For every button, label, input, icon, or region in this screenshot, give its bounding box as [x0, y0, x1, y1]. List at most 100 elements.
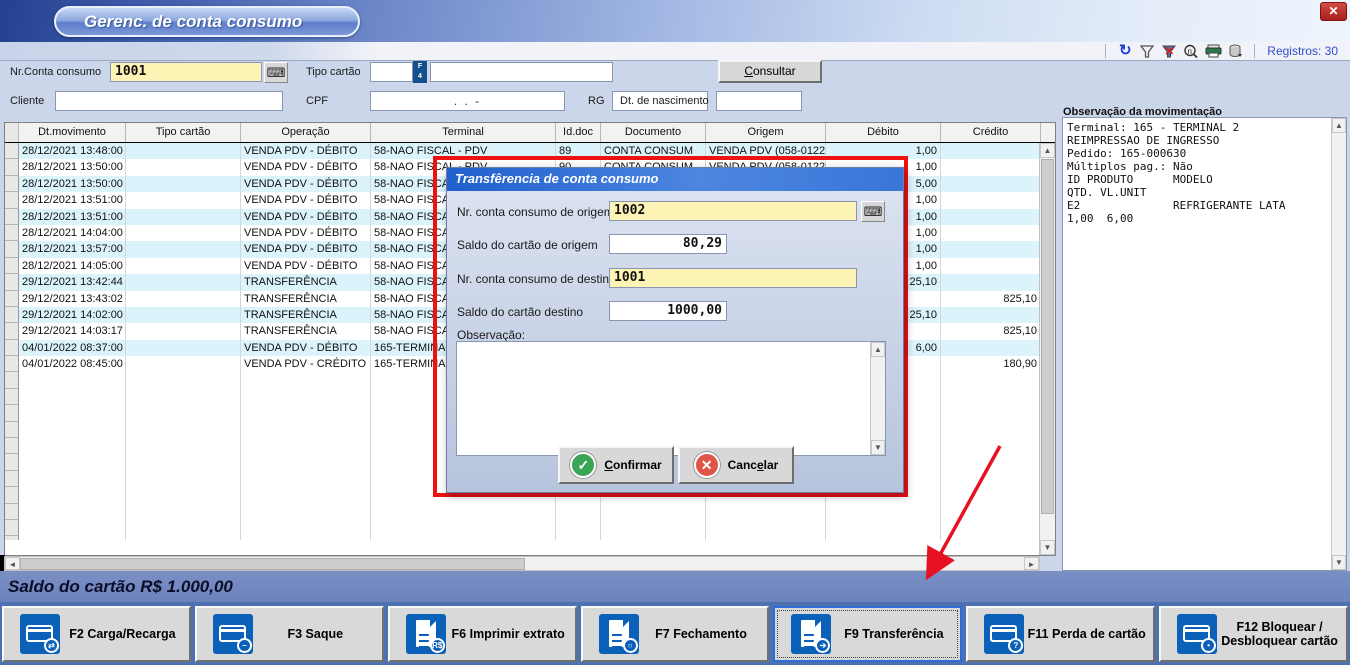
saldo-origem-value: 80,29: [609, 234, 727, 254]
print-icon[interactable]: [1202, 43, 1224, 59]
textarea-scrollbar[interactable]: ▲ ▼: [870, 342, 885, 455]
row-selector[interactable]: [5, 356, 19, 372]
row-selector[interactable]: [5, 471, 19, 487]
cell-term: [371, 536, 556, 540]
cell-tipo: [126, 471, 241, 487]
row-selector[interactable]: [5, 536, 19, 540]
destino-input[interactable]: 1001: [609, 268, 857, 288]
row-selector[interactable]: [5, 520, 19, 536]
observation-scrollbar[interactable]: ▲ ▼: [1331, 118, 1346, 570]
cell-dt: 28/12/2021 13:48:00: [19, 143, 126, 159]
keyboard-icon[interactable]: ⌨: [264, 62, 288, 83]
row-selector[interactable]: [5, 241, 19, 257]
cell-id: [556, 520, 601, 536]
cell-tipo: [126, 258, 241, 274]
scroll-up-icon[interactable]: ▲: [871, 342, 885, 357]
f3-action-button[interactable]: −F3 Saque: [195, 606, 384, 662]
row-selector[interactable]: [5, 422, 19, 438]
cell-id: [556, 536, 601, 540]
column-header-dt[interactable]: Dt.movimento: [19, 123, 126, 142]
column-header-term[interactable]: Terminal: [371, 123, 556, 142]
column-header-op[interactable]: Operação: [241, 123, 371, 142]
row-selector[interactable]: [5, 274, 19, 290]
cell-tipo: [126, 405, 241, 421]
f6-action-button[interactable]: R$F6 Imprimir extrato: [388, 606, 577, 662]
row-selector[interactable]: [5, 487, 19, 503]
row-selector[interactable]: [5, 372, 19, 388]
cell-cred: [941, 176, 1041, 192]
row-selector[interactable]: [5, 143, 19, 159]
tipo-cartao-code-input[interactable]: [370, 62, 413, 82]
cell-tipo: [126, 487, 241, 503]
cell-orig: VENDA PDV (058-012207): [706, 143, 826, 159]
row-selector[interactable]: [5, 405, 19, 421]
f11-action-button[interactable]: ?F11 Perda de cartão: [966, 606, 1155, 662]
scroll-right-icon[interactable]: ►: [1024, 557, 1039, 570]
tipo-cartao-desc-input[interactable]: [430, 62, 613, 82]
cliente-input[interactable]: [55, 91, 283, 111]
column-header-tipo[interactable]: Tipo cartão: [126, 123, 241, 142]
nr-conta-input[interactable]: 1001: [110, 62, 262, 82]
nasc-input[interactable]: [716, 91, 802, 111]
cpf-input[interactable]: . . -: [370, 91, 565, 111]
row-selector[interactable]: [5, 340, 19, 356]
close-button[interactable]: ✕: [1320, 2, 1347, 21]
cell-cred: [941, 159, 1041, 175]
column-header-deb[interactable]: Débito: [826, 123, 941, 142]
f12-action-button[interactable]: •F12 Bloquear / Desbloquear cartão: [1159, 606, 1348, 662]
scroll-down-icon[interactable]: ▼: [1332, 555, 1346, 570]
scroll-up-icon[interactable]: ▲: [1332, 118, 1346, 133]
scroll-down-icon[interactable]: ▼: [1040, 540, 1055, 555]
table-vertical-scrollbar[interactable]: ▲ ▼: [1039, 143, 1055, 555]
f7-action-button[interactable]: ○F7 Fechamento: [581, 606, 770, 662]
horizontal-scroll-thumb[interactable]: [20, 558, 525, 570]
f4-lookup-icon[interactable]: F4: [413, 61, 427, 83]
table-row[interactable]: 28/12/2021 13:48:00VENDA PDV - DÉBITO58-…: [5, 143, 1055, 159]
column-header-orig[interactable]: Origem: [706, 123, 826, 142]
row-selector[interactable]: [5, 225, 19, 241]
refresh-icon[interactable]: ↻: [1114, 43, 1136, 59]
row-selector[interactable]: [5, 291, 19, 307]
cell-cred: [941, 471, 1041, 487]
table-horizontal-scrollbar[interactable]: ◄ ►: [4, 556, 1040, 571]
filter-icon[interactable]: [1136, 43, 1158, 59]
cell-op: [241, 389, 371, 405]
cell-deb: 1,00: [826, 143, 941, 159]
keyboard-icon[interactable]: ⌨: [861, 201, 885, 222]
row-selector[interactable]: [5, 209, 19, 225]
row-selector[interactable]: [5, 438, 19, 454]
cell-tipo: [126, 340, 241, 356]
row-selector[interactable]: [5, 192, 19, 208]
row-selector[interactable]: [5, 504, 19, 520]
dialog-observation-textarea[interactable]: ▲ ▼: [456, 341, 886, 456]
f9-action-button[interactable]: ➔F9 Transferência: [773, 606, 962, 662]
row-selector[interactable]: [5, 323, 19, 339]
row-selector[interactable]: [5, 159, 19, 175]
column-header-cred[interactable]: Crédito: [941, 123, 1041, 142]
confirmar-button[interactable]: ✓Confirmar: [558, 446, 674, 484]
row-selector[interactable]: [5, 176, 19, 192]
consultar-button[interactable]: Consultar: [718, 60, 822, 83]
row-selector[interactable]: [5, 258, 19, 274]
cell-orig: [706, 504, 826, 520]
observation-panel: Terminal: 165 - TERMINAL 2 REIMPRESSAO D…: [1062, 117, 1347, 571]
row-selector[interactable]: [5, 307, 19, 323]
filter-clear-icon[interactable]: ✕: [1158, 43, 1180, 59]
cell-dt: [19, 536, 126, 540]
row-selector[interactable]: [5, 389, 19, 405]
row-selector[interactable]: [5, 454, 19, 470]
cancelar-button[interactable]: ✕Cancelar: [678, 446, 794, 484]
export-icon[interactable]: [1224, 43, 1246, 59]
f2-action-button[interactable]: ⇄F2 Carga/Recarga: [2, 606, 191, 662]
origem-input[interactable]: 1002: [609, 201, 857, 221]
column-header-doc[interactable]: Documento: [601, 123, 706, 142]
scroll-down-icon[interactable]: ▼: [871, 440, 885, 455]
cell-dt: 28/12/2021 13:50:00: [19, 176, 126, 192]
vertical-scroll-thumb[interactable]: [1041, 159, 1054, 514]
scroll-up-icon[interactable]: ▲: [1040, 143, 1055, 158]
cell-doc: [601, 536, 706, 540]
column-header-id[interactable]: Id.doc: [556, 123, 601, 142]
card-lost-icon: ?: [984, 614, 1024, 654]
search-icon[interactable]: n: [1180, 43, 1202, 59]
scroll-left-icon[interactable]: ◄: [5, 557, 20, 570]
